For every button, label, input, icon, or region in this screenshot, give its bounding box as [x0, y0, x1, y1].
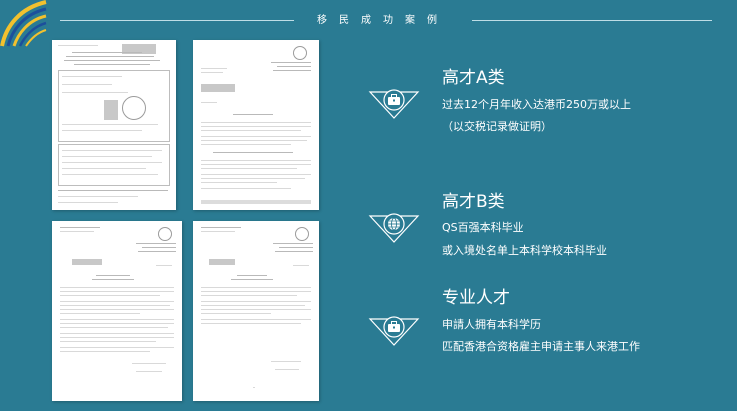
category-a-line-1: 过去12个月年收入达港币250万或以上 [442, 98, 631, 111]
approval-document-4 [193, 221, 319, 401]
approval-document-3 [52, 221, 182, 401]
category-a-line-2: （以交税记录做证明） [442, 120, 552, 133]
category-professional-title: 专业人才 [442, 288, 510, 308]
company-logo [0, 0, 47, 47]
approval-document-2 [193, 40, 319, 210]
category-a-icon-badge [368, 88, 420, 122]
category-a-title: 高才A类 [442, 68, 505, 88]
header-divider-left [60, 20, 294, 21]
category-professional-line-2: 匹配香港合资格雇主申请主事人来港工作 [442, 340, 640, 353]
category-b-line-2: 或入境处名单上本科学校本科毕业 [442, 244, 607, 257]
category-professional-line-1: 申請人拥有本科学历 [442, 318, 541, 331]
category-b-icon-badge [368, 212, 420, 246]
header-divider-right [472, 20, 712, 21]
page-title: 移民成功案例 [317, 15, 449, 26]
category-b-title: 高才B类 [442, 192, 505, 212]
category-b-line-1: QS百强本科毕业 [442, 221, 524, 234]
approval-document-1 [52, 40, 176, 210]
category-professional-icon-badge [368, 315, 420, 349]
